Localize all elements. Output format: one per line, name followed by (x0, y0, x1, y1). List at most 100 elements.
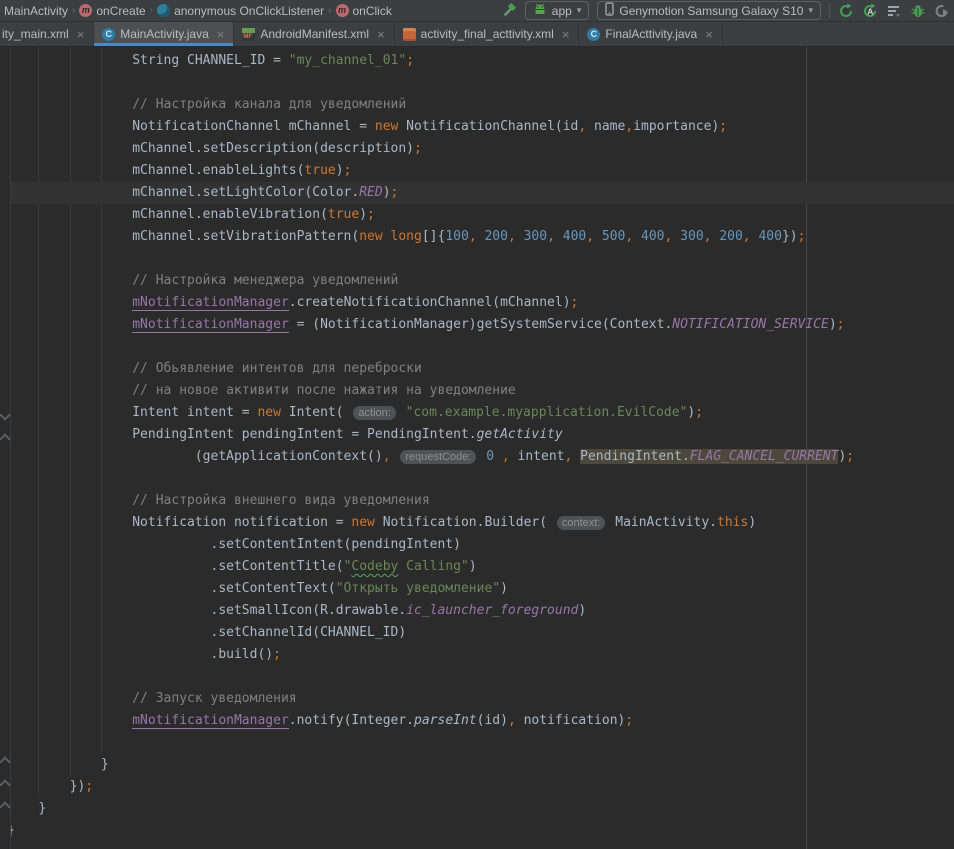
code-token: ; (273, 647, 281, 662)
device-selector-combo[interactable]: Genymotion Samsung Galaxy S10 ▾ (597, 1, 821, 20)
breadcrumb: MainActivity›monCreate›anonymous OnClick… (2, 4, 394, 18)
java-class-icon: C (102, 28, 115, 41)
attach-debugger-icon[interactable] (906, 1, 930, 21)
code-editor[interactable]: String CHANNEL_ID = "my_channel_01"; // … (0, 47, 954, 849)
breadcrumb-item[interactable]: MainActivity (2, 4, 70, 18)
code-line[interactable]: .setChannelId(CHANNEL_ID) (0, 622, 954, 644)
code-token: ; (414, 141, 422, 156)
code-lines[interactable]: String CHANNEL_ID = "my_channel_01"; // … (0, 50, 954, 842)
code-line[interactable]: mNotificationManager.createNotificationC… (0, 292, 954, 314)
fold-marker-icon[interactable] (1, 778, 9, 786)
code-line[interactable]: mChannel.setDescription(description); (0, 138, 954, 160)
code-token: // Настройка внешнего вида уведомления (132, 493, 429, 508)
code-token: .setSmallIcon(R.drawable. (211, 603, 407, 618)
tab-mainactivity-java[interactable]: CMainActivity.java× (94, 22, 234, 46)
code-line[interactable]: mNotificationManager.notify(Integer.pars… (0, 710, 954, 732)
code-token: ; (798, 229, 806, 244)
code-line[interactable]: // Запуск уведомления (0, 688, 954, 710)
tab-activity-final-acttivity-xml[interactable]: activity_final_acttivity.xml× (395, 22, 580, 46)
code-line[interactable]: // Настройка менеджера уведомлений (0, 270, 954, 292)
code-line[interactable] (0, 72, 954, 94)
fold-marker-icon[interactable] (1, 432, 9, 440)
code-line[interactable]: }); (0, 776, 954, 798)
code-line[interactable]: .setContentText("Открыть уведомление") (0, 578, 954, 600)
breadcrumb-item[interactable]: monCreate (77, 4, 147, 18)
close-tab-icon[interactable]: × (77, 28, 85, 41)
method-icon: m (79, 4, 92, 17)
code-token: mChannel.setLightColor(Color. (132, 185, 359, 200)
tab-ity-main-xml[interactable]: ity_main.xml× (0, 22, 94, 46)
tab-finalacttivity-java[interactable]: CFinalActtivity.java× (579, 22, 722, 46)
code-token: Calling" (398, 559, 468, 574)
code-line[interactable] (0, 732, 954, 754)
fold-marker-icon[interactable] (1, 800, 9, 808)
indent (7, 515, 132, 530)
code-token: MainActivity. (607, 515, 717, 530)
indent (7, 229, 132, 244)
code-line[interactable]: // Настройка канала для уведомлений (0, 94, 954, 116)
code-line[interactable]: NotificationChannel mChannel = new Notif… (0, 116, 954, 138)
code-token: intent (510, 449, 565, 464)
code-token: } (38, 801, 46, 816)
code-line[interactable]: mChannel.setVibrationPattern(new long[]{… (0, 226, 954, 248)
method-icon: m (336, 4, 349, 17)
code-line[interactable]: .setContentIntent(pendingIntent) (0, 534, 954, 556)
code-line[interactable]: } (0, 820, 954, 842)
profiler-icon[interactable] (882, 1, 906, 21)
code-line[interactable]: String CHANNEL_ID = "my_channel_01"; (0, 50, 954, 72)
code-token: ; (571, 295, 579, 310)
code-line[interactable] (0, 336, 954, 358)
apply-code-changes-icon[interactable]: A (858, 1, 882, 21)
code-line[interactable]: mChannel.enableLights(true); (0, 160, 954, 182)
code-line[interactable]: mNotificationManager = (NotificationMana… (0, 314, 954, 336)
tab-androidmanifest-xml[interactable]: MFAndroidManifest.xml× (234, 22, 394, 46)
code-token: = (NotificationManager)getSystemService(… (289, 317, 673, 332)
code-line[interactable]: PendingIntent pendingIntent = PendingInt… (0, 424, 954, 446)
code-token: "Открыть уведомление" (336, 581, 500, 596)
code-line[interactable]: } (0, 798, 954, 820)
code-line[interactable]: } (0, 754, 954, 776)
code-token: Intent intent = (132, 405, 257, 420)
code-token: }) (782, 229, 798, 244)
code-line[interactable] (0, 468, 954, 490)
code-line[interactable]: // Обьявление интентов для переброски (0, 358, 954, 380)
code-token: String CHANNEL_ID = (132, 53, 289, 68)
breadcrumb-item[interactable]: anonymous OnClickListener (155, 4, 326, 18)
code-line[interactable]: (getApplicationContext(), requestCode: 0… (0, 446, 954, 468)
breadcrumb-item[interactable]: monClick (334, 4, 394, 18)
code-line[interactable]: .setSmallIcon(R.drawable.ic_launcher_for… (0, 600, 954, 622)
rerun-activity-icon[interactable] (834, 1, 858, 21)
code-token: Notification.Builder( (375, 515, 555, 530)
code-token: ; (344, 163, 352, 178)
code-line[interactable]: // на новое активити после нажатия на ув… (0, 380, 954, 402)
code-token: 400 (758, 229, 781, 244)
indent (7, 625, 211, 640)
fold-marker-icon[interactable] (1, 411, 9, 419)
close-tab-icon[interactable]: × (705, 28, 713, 41)
indent (7, 295, 132, 310)
code-line[interactable] (0, 666, 954, 688)
code-line[interactable] (0, 248, 954, 270)
run-toolbar: app ▾ Genymotion Samsung Galaxy S10 ▾ (497, 0, 954, 22)
code-line[interactable]: mChannel.enableVibration(true); (0, 204, 954, 226)
code-line-current[interactable]: mChannel.setLightColor(Color.RED); (0, 182, 954, 204)
layout-xml-icon (403, 28, 416, 41)
code-token: .notify(Integer. (289, 713, 414, 728)
fold-marker-icon[interactable] (1, 755, 9, 763)
run-config-combo[interactable]: app ▾ (525, 1, 590, 20)
code-line[interactable]: Notification notification = new Notifica… (0, 512, 954, 534)
close-tab-icon[interactable]: × (217, 28, 225, 41)
chevron-down-icon: ▾ (577, 5, 582, 16)
close-tab-icon[interactable]: × (562, 28, 570, 41)
close-tab-icon[interactable]: × (377, 28, 385, 41)
code-token: mNotificationManager (132, 295, 289, 311)
code-line[interactable]: .build(); (0, 644, 954, 666)
code-token: "com.example.myapplication.EvilCode" (406, 405, 688, 420)
code-line[interactable]: .setContentTitle("Codeby Calling") (0, 556, 954, 578)
code-token: long (391, 229, 422, 244)
code-line[interactable]: // Настройка внешнего вида уведомления (0, 490, 954, 512)
code-token: mNotificationManager (132, 713, 289, 729)
build-hammer-icon[interactable] (497, 1, 521, 21)
code-line[interactable]: Intent intent = new Intent( action: "com… (0, 402, 954, 424)
java-class-icon: C (587, 28, 600, 41)
